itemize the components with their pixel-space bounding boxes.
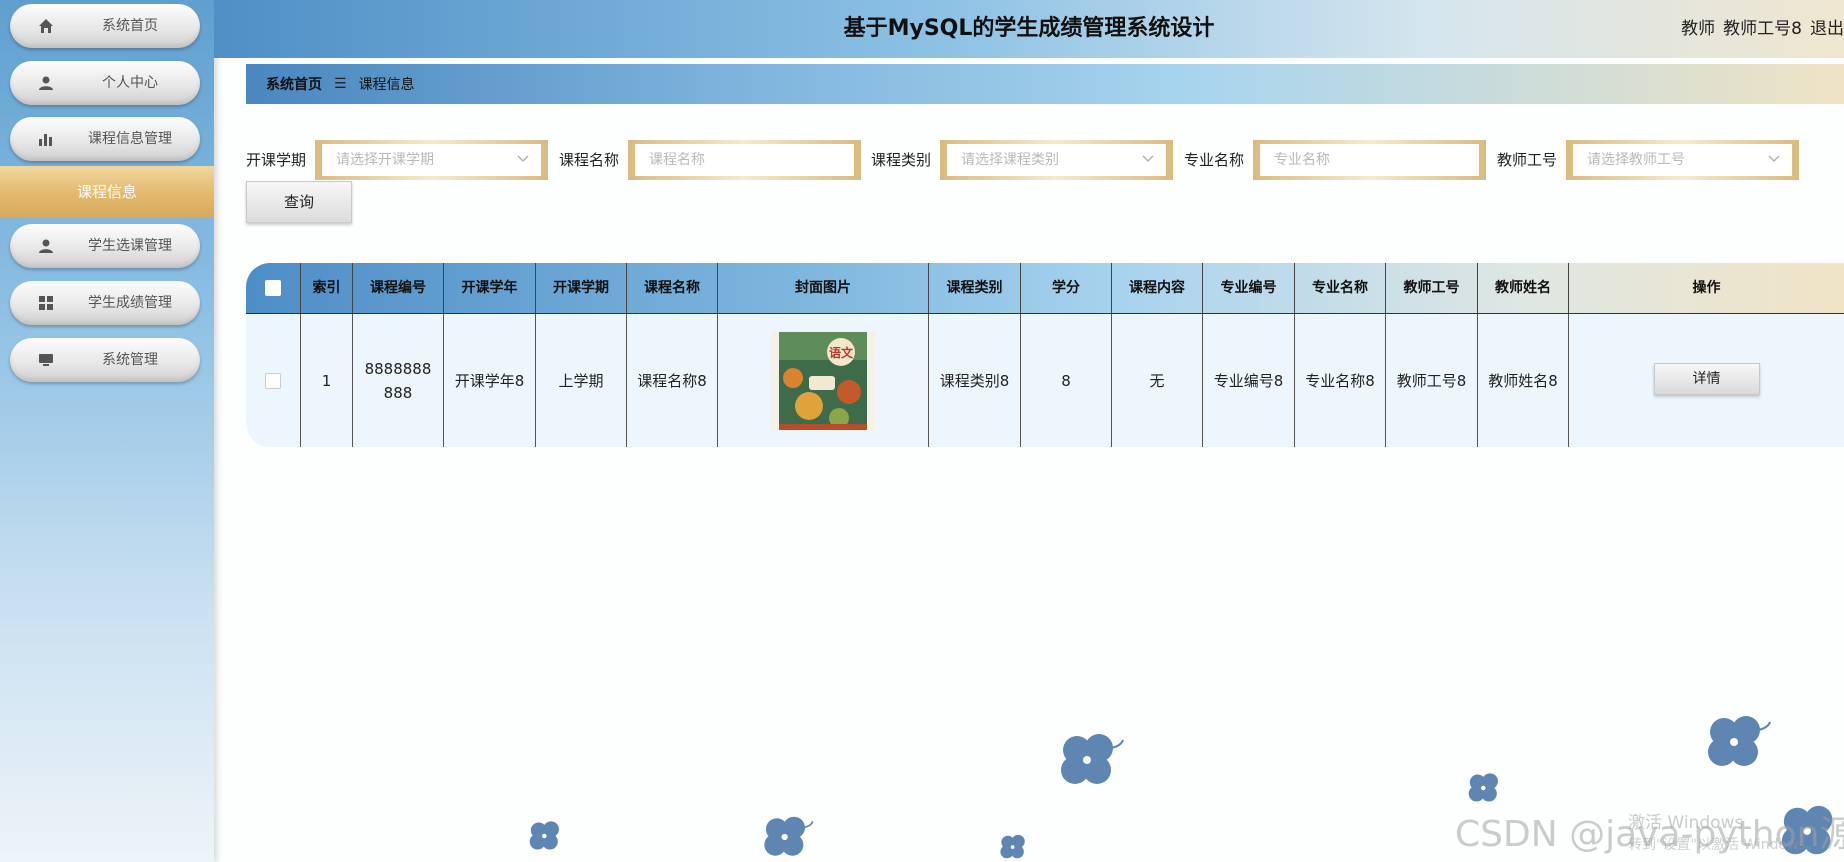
flower-decoration-icon xyxy=(1708,716,1771,766)
course-table: 索引 课程编号 开课学年 开课学期 课程名称 封面图片 课程类别 学分 课程内容… xyxy=(246,263,1844,447)
flower-decoration-icon xyxy=(1000,834,1025,859)
home-icon xyxy=(39,19,53,33)
bar-chart-icon xyxy=(39,134,52,146)
row-select-cell[interactable] xyxy=(246,314,300,447)
sidebar-item-label: 个人中心 xyxy=(102,75,158,91)
cell-term: 上学期 xyxy=(535,314,626,447)
flower-decoration-icon xyxy=(764,816,814,856)
sidebar-item-label: 系统管理 xyxy=(102,352,158,368)
row-checkbox[interactable] xyxy=(265,372,281,389)
cover-title: 语文 xyxy=(829,345,854,360)
flower-decoration-icon xyxy=(1468,773,1498,802)
flower-decoration-icon xyxy=(529,821,559,850)
category-select[interactable]: 请选择课程类别 xyxy=(940,140,1173,180)
cell-course-no: 8888888888 xyxy=(352,314,443,447)
cover-image[interactable]: 语文 xyxy=(771,330,875,431)
top-header: 基于MySQL的学生成绩管理系统设计 教师 教师工号8 退出 xyxy=(214,0,1844,58)
table-header: 索引 课程编号 开课学年 开课学期 课程名称 封面图片 课程类别 学分 课程内容… xyxy=(246,263,1844,313)
sidebar-item-score-manage[interactable]: 学生成绩管理 xyxy=(10,281,200,325)
breadcrumb-current: 课程信息 xyxy=(358,77,415,93)
col-header: 教师姓名 xyxy=(1477,263,1568,313)
col-header: 开课学期 xyxy=(535,263,626,313)
col-header: 索引 xyxy=(300,263,352,313)
teacher-no-select-placeholder: 请选择教师工号 xyxy=(1587,152,1685,168)
cell-content: 无 xyxy=(1111,314,1202,447)
sidebar-item-label: 学生选课管理 xyxy=(88,238,172,254)
course-name-input[interactable]: 课程名称 xyxy=(628,140,861,180)
cell-teacher-no: 教师工号8 xyxy=(1385,314,1477,447)
col-header: 操作 xyxy=(1568,263,1844,313)
chevron-down-icon xyxy=(517,155,529,162)
sidebar-item-course-manage[interactable]: 课程信息管理 xyxy=(10,117,200,161)
course-no-text: 8888888888 xyxy=(364,359,432,402)
query-button[interactable]: 查询 xyxy=(246,181,352,223)
col-header: 专业名称 xyxy=(1294,263,1385,313)
sidebar-item-label: 学生成绩管理 xyxy=(88,295,172,311)
teacher-no-select[interactable]: 请选择教师工号 xyxy=(1566,140,1799,180)
sidebar-item-course-info[interactable]: 课程信息 xyxy=(0,166,214,218)
sidebar-item-system[interactable]: 系统管理 xyxy=(10,338,200,382)
course-name-placeholder: 课程名称 xyxy=(649,152,705,168)
cell-major-name: 专业名称8 xyxy=(1294,314,1385,447)
col-header: 专业编号 xyxy=(1202,263,1294,313)
table-row: 1 8888888888 开课学年8 上学期 课程名称8 语文 课程类别8 8 … xyxy=(246,313,1844,447)
user-id: 教师工号8 xyxy=(1723,19,1802,39)
cell-credit: 8 xyxy=(1020,314,1111,447)
sidebar-item-home[interactable]: 系统首页 xyxy=(10,4,200,48)
sidebar-item-label: 课程信息管理 xyxy=(88,131,172,147)
major-name-placeholder: 专业名称 xyxy=(1274,152,1330,168)
cell-index: 1 xyxy=(300,314,352,447)
grid-icon xyxy=(39,296,53,310)
logout-link[interactable]: 退出 xyxy=(1810,19,1844,39)
filter-label-course-name: 课程名称 xyxy=(559,151,620,169)
term-select[interactable]: 请选择开课学期 xyxy=(315,140,548,180)
cell-year: 开课学年8 xyxy=(443,314,535,447)
chevron-down-icon xyxy=(1142,155,1154,162)
col-header: 教师工号 xyxy=(1385,263,1477,313)
chevron-down-icon xyxy=(1768,155,1780,162)
col-header: 学分 xyxy=(1020,263,1111,313)
breadcrumb-home[interactable]: 系统首页 xyxy=(266,74,322,94)
cell-teacher-name: 教师姓名8 xyxy=(1477,314,1568,447)
filter-label-term: 开课学期 xyxy=(246,151,307,169)
col-header: 课程名称 xyxy=(626,263,717,313)
user-info: 教师 教师工号8 退出 xyxy=(1673,0,1844,58)
monitor-icon xyxy=(39,354,53,366)
filter-label-teacher-no: 教师工号 xyxy=(1497,151,1558,169)
major-name-input[interactable]: 专业名称 xyxy=(1253,140,1486,180)
user-icon xyxy=(39,239,53,253)
cell-cover: 语文 xyxy=(717,314,928,447)
csdn-watermark: CSDN @java-python源码 xyxy=(1455,814,1844,855)
sidebar-item-profile[interactable]: 个人中心 xyxy=(10,61,200,105)
cell-course-name: 课程名称8 xyxy=(626,314,717,447)
filter-label-category: 课程类别 xyxy=(871,151,932,169)
col-header: 封面图片 xyxy=(717,263,928,313)
col-header: 课程编号 xyxy=(352,263,443,313)
sidebar: 系统首页 个人中心 课程信息管理 课程信息 学生选课管理 学生成绩管理 系统管理 xyxy=(0,0,214,862)
cell-actions: 详情 xyxy=(1568,314,1844,447)
user-icon xyxy=(39,76,53,90)
sidebar-item-label: 系统首页 xyxy=(102,18,158,34)
select-all-header[interactable] xyxy=(246,263,300,313)
term-select-placeholder: 请选择开课学期 xyxy=(336,152,434,168)
book-cover-illustration: 语文 xyxy=(779,331,867,430)
select-all-checkbox[interactable] xyxy=(265,280,281,296)
col-header: 课程内容 xyxy=(1111,263,1202,313)
detail-button[interactable]: 详情 xyxy=(1653,362,1760,395)
user-role: 教师 xyxy=(1681,19,1716,39)
app-title: 基于MySQL的学生成绩管理系统设计 xyxy=(843,16,1215,41)
sidebar-item-course-selection[interactable]: 学生选课管理 xyxy=(10,224,200,268)
breadcrumb-separator-icon: ☰ xyxy=(334,76,347,92)
col-header: 开课学年 xyxy=(443,263,535,313)
flower-decoration-icon xyxy=(1061,734,1124,784)
category-select-placeholder: 请选择课程类别 xyxy=(961,152,1059,168)
cell-category: 课程类别8 xyxy=(928,314,1020,447)
breadcrumb: 系统首页 ☰ 课程信息 xyxy=(246,64,1844,104)
cell-major-no: 专业编号8 xyxy=(1202,314,1294,447)
col-header: 课程类别 xyxy=(928,263,1020,313)
filter-label-major-name: 专业名称 xyxy=(1184,151,1245,169)
